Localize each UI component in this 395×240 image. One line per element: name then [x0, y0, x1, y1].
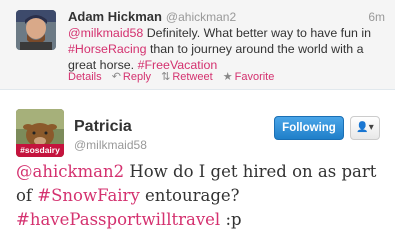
- favorite-button[interactable]: ★ Favorite: [223, 71, 275, 83]
- reply-button[interactable]: ↶ Reply: [112, 71, 151, 83]
- reply-author-handle[interactable]: @ahickman2: [166, 10, 236, 24]
- star-icon: ★: [222, 71, 233, 83]
- main-hashtag-passport[interactable]: #havePassportwilltravel: [16, 210, 220, 229]
- user-dropdown-icon: 👤▾: [356, 122, 374, 133]
- main-tweet-text: @ahickman2 How do I get hired on as part…: [16, 160, 386, 232]
- reply-mention[interactable]: @milkmaid58: [68, 26, 143, 40]
- reply-text: @milkmaid58 Definitely. What better way …: [68, 25, 386, 73]
- reply-icon: ↶: [111, 71, 121, 83]
- main-text-part: :p: [220, 210, 242, 229]
- main-hashtag-snowfairy[interactable]: #SnowFairy: [37, 186, 139, 205]
- patricia-avatar[interactable]: #sosdairy: [16, 109, 64, 157]
- main-author-handle[interactable]: @milkmaid58: [74, 138, 147, 152]
- user-actions-dropdown[interactable]: 👤▾: [350, 116, 380, 140]
- reply-tweet: Adam Hickman @ahickman2 6m @milkmaid58 De…: [0, 0, 395, 90]
- retweet-button[interactable]: ⇅ Retweet: [161, 71, 213, 83]
- details-link[interactable]: Details: [68, 71, 102, 83]
- reply-label: Reply: [122, 71, 152, 83]
- main-author-name[interactable]: Patricia: [74, 118, 132, 136]
- following-button[interactable]: Following: [274, 116, 344, 140]
- reply-actions: Details ↶ Reply ⇅ Retweet ★ Favorite: [68, 70, 281, 83]
- avatar-tag-sosdairy: #sosdairy: [16, 144, 64, 157]
- retweet-icon: ⇅: [161, 71, 171, 83]
- reply-header: Adam Hickman @ahickman2: [68, 9, 236, 24]
- adam-avatar[interactable]: [16, 10, 56, 50]
- reply-timestamp[interactable]: 6m: [368, 10, 385, 24]
- retweet-label: Retweet: [172, 71, 213, 83]
- reply-hashtag-horseracing[interactable]: #HorseRacing: [68, 42, 147, 56]
- main-mention[interactable]: @ahickman2: [16, 162, 124, 181]
- reply-author-name[interactable]: Adam Hickman: [68, 9, 162, 24]
- main-text-part: entourage?: [139, 186, 240, 205]
- favorite-label: Favorite: [234, 71, 275, 83]
- reply-text-part: Definitely. What better way to have fun …: [143, 26, 371, 40]
- main-tweet: #sosdairy Patricia @milkmaid58 Following…: [0, 90, 395, 240]
- details-label: Details: [68, 71, 102, 83]
